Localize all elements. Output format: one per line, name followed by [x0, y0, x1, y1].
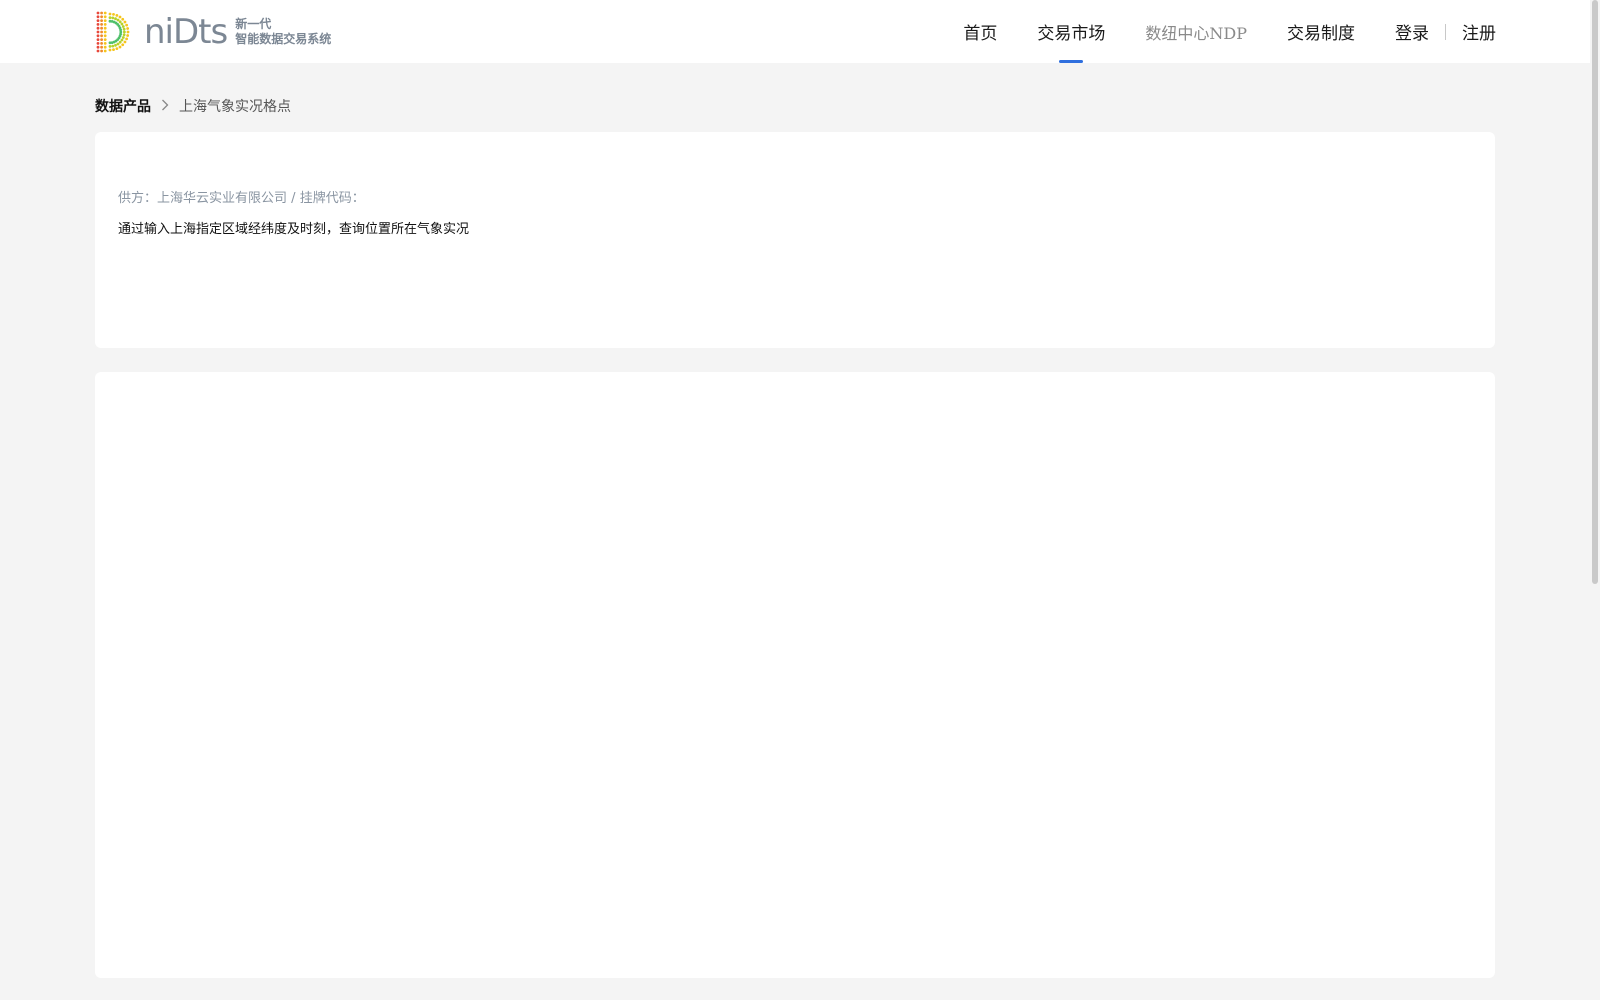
register-link[interactable]: 注册 [1462, 19, 1496, 44]
meta-separator: / [287, 191, 300, 206]
site-logo[interactable]: niDts 新一代 智能数据交易系统 [94, 10, 344, 54]
breadcrumb: 数据产品 上海气象实况格点 [95, 96, 291, 116]
chevron-right-icon [161, 99, 169, 114]
product-meta: 供方：上海华云实业有限公司 / 挂牌代码： [118, 187, 365, 206]
logo-d-icon [96, 11, 130, 53]
logo-wordmark: niDts [144, 12, 228, 52]
nav-trading-rules[interactable]: 交易制度 [1287, 0, 1355, 63]
supplier-label: 供方： [118, 191, 158, 206]
main-nav: 首页 交易市场 数纽中心NDP 交易制度 登录 注册 [923, 0, 1496, 63]
nav-ndp-center[interactable]: 数纽中心NDP [1145, 0, 1247, 63]
product-description: 通过输入上海指定区域经纬度及时刻，查询位置所在气象实况 [118, 222, 470, 237]
logo-slogan: 新一代 智能数据交易系统 [235, 17, 331, 47]
nav-divider [1445, 23, 1446, 40]
breadcrumb-current: 上海气象实况格点 [179, 99, 291, 115]
product-info-card: 供方：上海华云实业有限公司 / 挂牌代码： 通过输入上海指定区域经纬度及时刻，查… [95, 132, 1495, 348]
breadcrumb-data-products[interactable]: 数据产品 [95, 96, 151, 116]
nav-market[interactable]: 交易市场 [1037, 0, 1105, 63]
product-detail-panel [95, 372, 1495, 978]
top-header: niDts 新一代 智能数据交易系统 首页 交易市场 数纽中心NDP 交易制度 … [0, 0, 1590, 63]
supplier-name: 上海华云实业有限公司 [157, 191, 288, 206]
page-scrollbar[interactable] [1590, 0, 1600, 1000]
listing-code-label: 挂牌代码： [299, 191, 365, 206]
scrollbar-thumb[interactable] [1592, 0, 1598, 584]
login-link[interactable]: 登录 [1395, 19, 1429, 44]
logo-slogan-line2: 智能数据交易系统 [235, 32, 332, 46]
logo-slogan-line1: 新一代 [235, 17, 272, 31]
nav-home[interactable]: 首页 [963, 0, 997, 63]
